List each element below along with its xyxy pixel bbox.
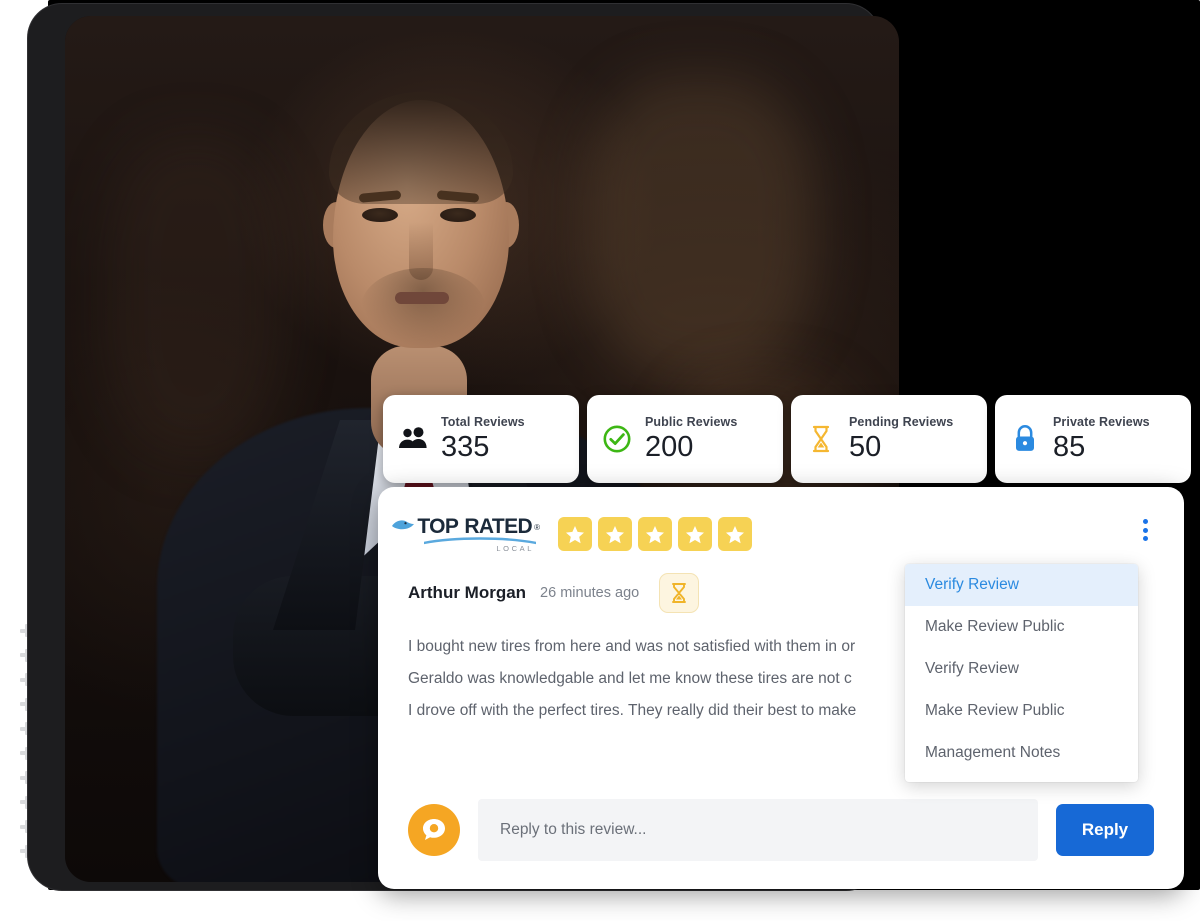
- people-icon: [397, 423, 429, 455]
- lock-icon: [1009, 423, 1041, 455]
- stat-label: Public Reviews: [645, 414, 738, 429]
- screenshot-stage: Total Reviews 335 Public Reviews 200 Pending…: [0, 0, 1200, 921]
- reply-button[interactable]: Reply: [1056, 804, 1154, 856]
- eye-right: [440, 208, 476, 222]
- beard-shadow: [361, 268, 485, 346]
- bird-icon: [392, 520, 415, 530]
- logo-local-text: LOCAL: [496, 544, 534, 553]
- logo-registered-mark: ®: [534, 522, 540, 532]
- check-circle-icon: [601, 423, 633, 455]
- stats-card-row: Total Reviews 335 Public Reviews 200 Pending…: [383, 395, 1191, 483]
- stat-label: Private Reviews: [1053, 414, 1150, 429]
- kebab-dot: [1142, 536, 1148, 541]
- stat-label: Total Reviews: [441, 414, 525, 429]
- stat-value: 200: [645, 430, 694, 463]
- hair: [329, 92, 513, 204]
- review-timestamp: 26 minutes ago: [540, 585, 640, 601]
- reply-bar: Reply: [408, 799, 1154, 861]
- star-icon: [598, 517, 632, 551]
- stat-value: 335: [441, 430, 490, 463]
- stat-card-private-reviews: Private Reviews 85: [995, 395, 1191, 483]
- dropdown-item[interactable]: Verify Review: [905, 564, 1138, 606]
- star-icon: [678, 517, 712, 551]
- stat-card-pending-reviews: Pending Reviews 50: [791, 395, 987, 483]
- stat-value: 50: [849, 430, 882, 463]
- star-icon: [638, 517, 672, 551]
- hourglass-icon: [805, 423, 837, 455]
- pending-status-badge: [659, 573, 700, 613]
- star-icon: [718, 517, 752, 551]
- stat-card-public-reviews: Public Reviews 200: [587, 395, 783, 483]
- review-actions-dropdown: Verify Review Make Review Public Verify Re…: [905, 564, 1138, 782]
- logo-top-text: TOP: [417, 515, 459, 538]
- star-rating: [558, 517, 752, 551]
- review-card-header: TOP RATED ® LOCAL: [378, 487, 1184, 553]
- star-icon: [558, 517, 592, 551]
- chat-bubble-icon: [423, 819, 445, 840]
- dropdown-item[interactable]: Make Review Public: [905, 606, 1138, 648]
- kebab-dot: [1142, 519, 1148, 524]
- stat-label: Pending Reviews: [849, 414, 954, 429]
- top-rated-local-logo: TOP RATED ® LOCAL: [392, 515, 540, 553]
- kebab-dot: [1142, 527, 1148, 533]
- logo-wordmark: TOP RATED ®: [391, 515, 540, 539]
- kebab-menu-icon[interactable]: [1134, 517, 1156, 543]
- reviewer-name: Arthur Morgan: [408, 583, 527, 602]
- logo-rated-text: RATED: [464, 515, 533, 538]
- reply-input[interactable]: [478, 799, 1038, 861]
- avatar: [408, 804, 460, 856]
- mouth: [395, 292, 449, 304]
- stat-card-total-reviews: Total Reviews 335: [383, 395, 579, 483]
- eye-left: [362, 208, 398, 222]
- dropdown-item[interactable]: Make Review Public: [905, 690, 1138, 732]
- dropdown-item[interactable]: Management Notes: [905, 732, 1138, 774]
- hourglass-icon: [672, 583, 687, 603]
- dropdown-item[interactable]: Verify Review: [905, 648, 1138, 690]
- stat-value: 85: [1053, 430, 1086, 463]
